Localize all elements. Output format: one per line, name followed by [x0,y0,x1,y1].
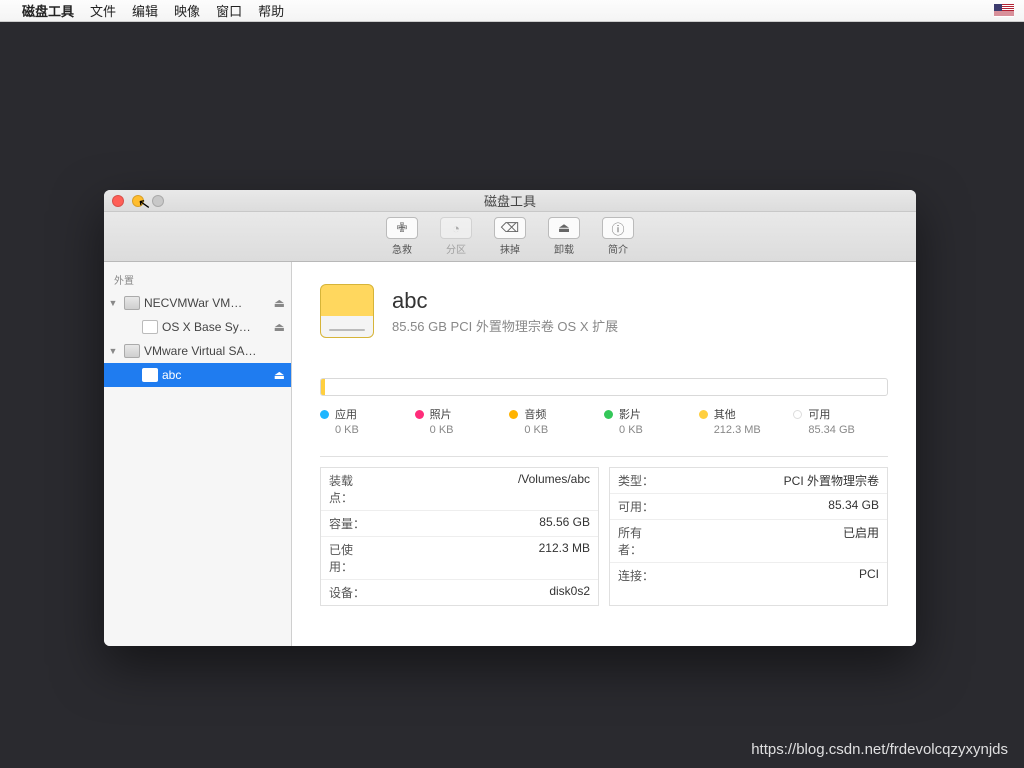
table-row: 设备：disk0s2 [321,580,598,605]
firstaid-icon: ✙ [386,217,418,239]
toolbar-partition-button: ◔ 分区 [434,217,478,257]
sidebar-item-label: VMware Virtual SA… [144,344,285,358]
legend-item: 应用 0 KB [320,406,415,436]
hdd-icon [124,296,140,310]
app-menu[interactable]: 磁盘工具 [22,1,74,20]
input-source-flag-icon[interactable] [994,4,1014,17]
toolbar-erase-button[interactable]: ⌫ 抹掉 [488,217,532,257]
sidebar-item-label: NECVMWar VM… [144,296,270,310]
property-table-right: 类型：PCI 外置物理宗卷 可用：85.34 GB 所有者：已启用 连接：PCI [609,467,888,606]
property-tables: 装载点：/Volumes/abc 容量：85.56 GB 已使用：212.3 M… [320,467,888,606]
toolbar-unmount-button[interactable]: ⏏ 卸载 [542,217,586,257]
sidebar-item-disk[interactable]: ▼ VMware Virtual SA… [104,339,291,363]
traffic-lights [112,195,164,207]
sidebar-item-volume-selected[interactable]: abc ⏏ [104,363,291,387]
property-table-left: 装载点：/Volumes/abc 容量：85.56 GB 已使用：212.3 M… [320,467,599,606]
legend-dot-icon [320,410,329,419]
table-row: 容量：85.56 GB [321,511,598,537]
legend-dot-icon [415,410,424,419]
sidebar-section-header: 外置 [104,268,291,291]
toolbar: ✙ 急救 ◔ 分区 ⌫ 抹掉 ⏏ 卸载 ⓘ 简介 [104,212,916,262]
legend-item: 音频 0 KB [509,406,604,436]
volume-subtitle: 85.56 GB PCI 外置物理宗卷 OS X 扩展 [392,316,618,335]
volume-large-icon [320,284,374,338]
menu-file[interactable]: 文件 [90,1,116,20]
eject-icon[interactable]: ⏏ [274,320,285,334]
unmount-icon: ⏏ [548,217,580,239]
legend-dot-icon [604,410,613,419]
menu-window[interactable]: 窗口 [216,1,242,20]
toolbar-label: 抹掉 [500,241,520,256]
legend-item: 影片 0 KB [604,406,699,436]
sidebar: 外置 ▼ NECVMWar VM… ⏏ OS X Base Sy… ⏏ ▼ VM… [104,262,292,646]
disclosure-triangle-icon[interactable]: ▼ [106,298,120,308]
volume-icon [142,368,158,382]
table-row: 连接：PCI [610,563,887,588]
window-titlebar[interactable]: 磁盘工具 [104,190,916,212]
disclosure-triangle-icon[interactable]: ▼ [106,346,120,356]
legend-item: 照片 0 KB [415,406,510,436]
sidebar-item-label: abc [162,368,270,382]
eject-icon[interactable]: ⏏ [274,296,285,310]
window-title: 磁盘工具 [484,191,536,210]
legend-dot-icon [509,410,518,419]
erase-icon: ⌫ [494,217,526,239]
info-icon: ⓘ [602,217,634,239]
legend-item: 其他 212.3 MB [699,406,794,436]
menu-image[interactable]: 映像 [174,1,200,20]
usage-bar [320,378,888,396]
close-button[interactable] [112,195,124,207]
watermark: https://blog.csdn.net/frdevolcqzyxynjds [751,741,1008,758]
sidebar-item-volume[interactable]: OS X Base Sy… ⏏ [104,315,291,339]
partition-icon: ◔ [440,217,472,239]
usage-bar-used [321,379,325,395]
table-row: 装载点：/Volumes/abc [321,468,598,511]
toolbar-label: 卸载 [554,241,574,256]
volume-header: abc 85.56 GB PCI 外置物理宗卷 OS X 扩展 [320,284,888,338]
main-panel: abc 85.56 GB PCI 外置物理宗卷 OS X 扩展 应用 0 KB … [292,262,916,646]
legend-dot-icon [793,410,802,419]
table-row: 可用：85.34 GB [610,494,887,520]
divider [320,456,888,457]
toolbar-label: 急救 [392,241,412,256]
zoom-button[interactable] [152,195,164,207]
toolbar-label: 简介 [608,241,628,256]
legend-dot-icon [699,410,708,419]
toolbar-firstaid-button[interactable]: ✙ 急救 [380,217,424,257]
hdd-icon [124,344,140,358]
sidebar-item-disk[interactable]: ▼ NECVMWar VM… ⏏ [104,291,291,315]
volume-name: abc [392,288,618,314]
table-row: 所有者：已启用 [610,520,887,563]
table-row: 类型：PCI 外置物理宗卷 [610,468,887,494]
disk-utility-window: 磁盘工具 ✙ 急救 ◔ 分区 ⌫ 抹掉 ⏏ 卸载 ⓘ 简介 外置 ▼ [104,190,916,646]
legend-item: 可用 85.34 GB [793,406,888,436]
menu-help[interactable]: 帮助 [258,1,284,20]
menu-edit[interactable]: 编辑 [132,1,158,20]
table-row: 已使用：212.3 MB [321,537,598,580]
volume-icon [142,320,158,334]
minimize-button[interactable] [132,195,144,207]
sidebar-item-label: OS X Base Sy… [162,320,270,334]
eject-icon[interactable]: ⏏ [274,368,285,382]
toolbar-info-button[interactable]: ⓘ 简介 [596,217,640,257]
usage-legend: 应用 0 KB 照片 0 KB 音频 0 KB 影片 0 KB 其他 212 [320,406,888,436]
macos-menubar: 磁盘工具 文件 编辑 映像 窗口 帮助 [0,0,1024,22]
toolbar-label: 分区 [446,241,466,256]
